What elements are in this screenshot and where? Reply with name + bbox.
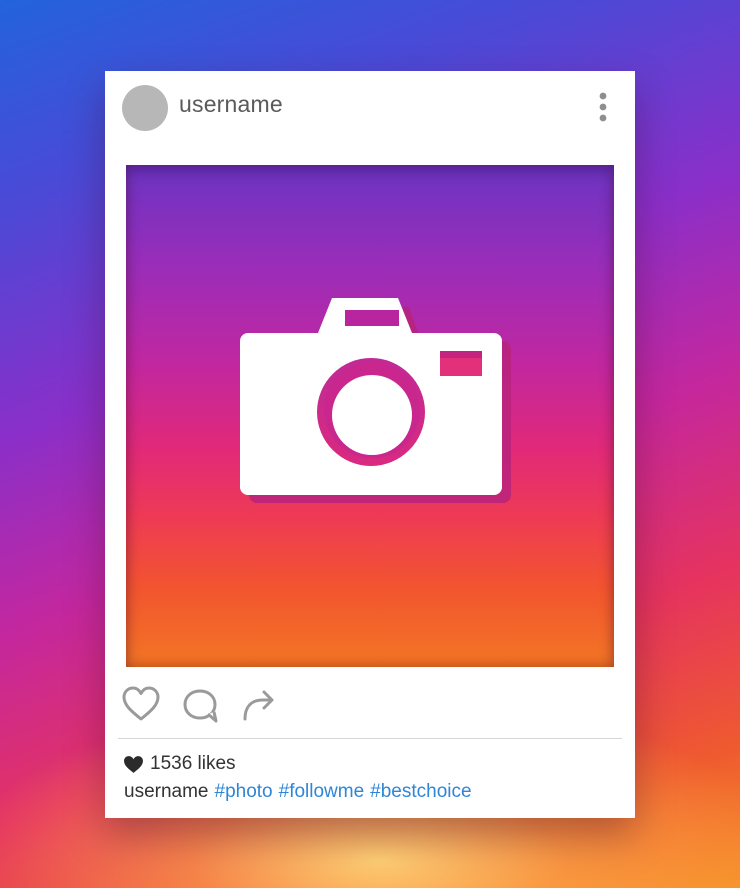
camera-icon (240, 298, 511, 503)
post-card: username 1536 likes username #photo #fol… (105, 71, 635, 818)
heart-outline-icon (122, 686, 160, 721)
likes-row[interactable]: 1536 likes (123, 753, 236, 775)
like-button[interactable] (121, 685, 161, 725)
hashtag-followme[interactable]: #followme (279, 781, 365, 802)
comment-button[interactable] (181, 685, 221, 725)
avatar[interactable] (122, 85, 168, 131)
caption-username[interactable]: username (124, 781, 209, 802)
likes-count: 1536 likes (150, 753, 236, 774)
post-caption: username #photo #followme #bestchoice (124, 781, 472, 803)
more-options-button[interactable] (593, 91, 613, 127)
post-username[interactable]: username (179, 91, 283, 118)
comment-bubble-icon (183, 689, 218, 723)
post-photo[interactable] (126, 165, 614, 667)
vertical-dots-icon (599, 92, 607, 122)
share-arrow-icon (243, 690, 274, 721)
hashtag-bestchoice[interactable]: #bestchoice (370, 781, 471, 802)
post-actions (105, 685, 635, 731)
heart-filled-icon (124, 755, 143, 773)
divider (118, 738, 622, 739)
hashtag-photo[interactable]: #photo (215, 781, 273, 802)
share-button[interactable] (239, 685, 279, 725)
post-header: username (105, 71, 635, 165)
